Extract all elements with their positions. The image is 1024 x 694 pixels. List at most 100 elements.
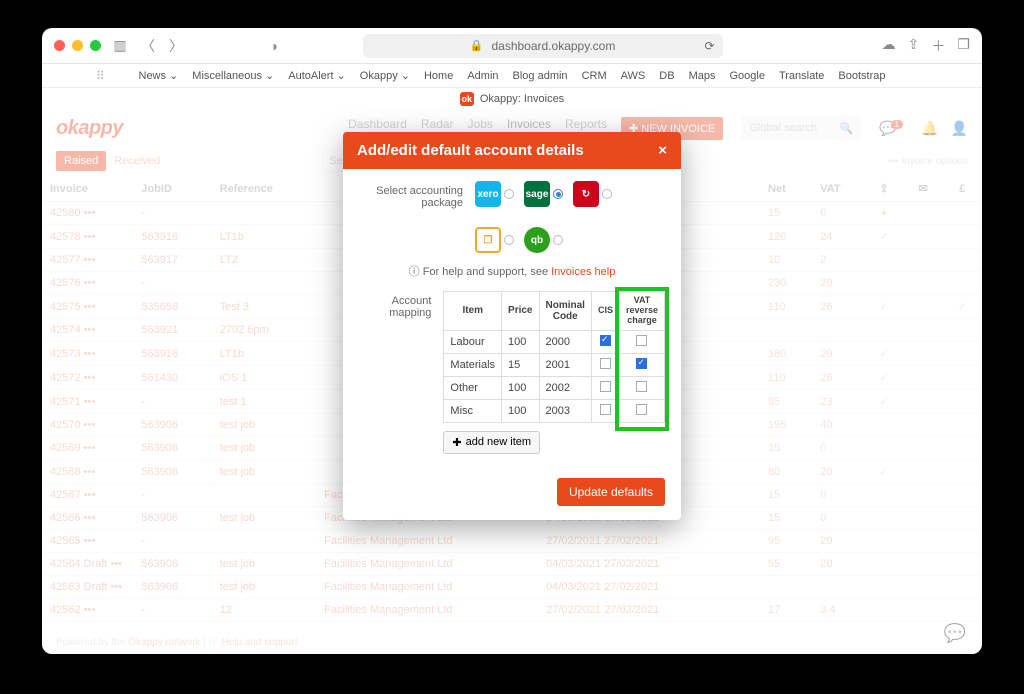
- cis-checkbox[interactable]: [600, 335, 611, 346]
- mapping-cell-vat: [619, 330, 664, 353]
- table-row[interactable]: 42565 •••-Facilities Management Ltd27/02…: [42, 530, 982, 553]
- user-avatar-icon[interactable]: 👤: [951, 120, 968, 137]
- invoices-help-link[interactable]: Invoices help: [551, 266, 615, 278]
- label-accounting-package: Select accounting package: [359, 181, 463, 253]
- footer-network-link[interactable]: Okappy network: [128, 637, 200, 648]
- bookmark-item[interactable]: Okappy ⌄: [360, 69, 410, 82]
- footer-help-link[interactable]: Help and support: [221, 637, 297, 648]
- bookmark-item[interactable]: Google: [729, 70, 764, 82]
- cis-checkbox[interactable]: [600, 381, 611, 392]
- favicon-icon: ok: [460, 92, 474, 106]
- cis-checkbox[interactable]: [600, 358, 611, 369]
- table-row[interactable]: 42564 Draft •••563906test jobFacilities …: [42, 553, 982, 576]
- mapping-cell-price[interactable]: 100: [502, 399, 539, 422]
- cloud-download-icon[interactable]: ☁︎: [882, 36, 896, 56]
- apps-grid-icon[interactable]: ⠿: [96, 69, 106, 83]
- pkg-option-qb[interactable]: qb: [524, 227, 563, 253]
- share-icon[interactable]: ⇪: [908, 36, 920, 56]
- mapping-cell-price[interactable]: 100: [502, 376, 539, 399]
- mapping-cell-item[interactable]: Labour: [444, 330, 502, 353]
- default-account-modal: Add/edit default account details × Selec…: [343, 132, 681, 520]
- invoice-col-header[interactable]: VAT: [812, 176, 864, 202]
- mapping-header: Item: [444, 292, 502, 331]
- mapping-cell-code[interactable]: 2003: [539, 399, 591, 422]
- brand-logo[interactable]: okappy: [56, 117, 123, 140]
- invoice-col-header[interactable]: £: [943, 176, 982, 202]
- add-new-item-button[interactable]: ✚ add new item: [443, 431, 540, 454]
- modal-close-icon[interactable]: ×: [658, 142, 667, 159]
- update-defaults-button[interactable]: Update defaults: [557, 478, 665, 506]
- chip-received[interactable]: Received: [114, 155, 160, 167]
- nav-forward-icon[interactable]: 〉: [167, 36, 185, 56]
- bookmark-item[interactable]: Miscellaneous ⌄: [192, 69, 274, 82]
- bookmark-item[interactable]: Admin: [467, 70, 498, 82]
- fullscreen-window-icon[interactable]: [90, 40, 101, 51]
- bookmark-item[interactable]: News ⌄: [139, 69, 179, 82]
- chip-raised[interactable]: Raised: [56, 151, 106, 171]
- pkg-option-sync[interactable]: ↻: [573, 181, 612, 207]
- help-line: ⓘ For help and support, see Invoices hel…: [359, 263, 665, 279]
- close-window-icon[interactable]: [54, 40, 65, 51]
- pkg-radio[interactable]: [504, 189, 514, 199]
- invoice-col-header[interactable]: Reference: [212, 176, 316, 202]
- pkg-option-xero[interactable]: xero: [475, 181, 514, 207]
- chat-bubble-icon[interactable]: 💬: [944, 623, 966, 644]
- table-row[interactable]: 42562 •••-12Facilities Management Ltd27/…: [42, 599, 982, 622]
- invoice-col-header[interactable]: ✉: [904, 176, 943, 202]
- mapping-row: Labour1002000: [444, 330, 665, 353]
- cis-checkbox[interactable]: [600, 404, 611, 415]
- pkg-radio[interactable]: [504, 235, 514, 245]
- sidebar-toggle-icon[interactable]: ▥: [111, 37, 129, 54]
- chat-icon[interactable]: 💬1: [879, 120, 909, 137]
- invoice-col-header[interactable]: JobID: [133, 176, 211, 202]
- invoice-options-link[interactable]: ••• Invoice options: [888, 156, 968, 167]
- bookmark-item[interactable]: Maps: [689, 70, 716, 82]
- bookmark-item[interactable]: Blog admin: [513, 70, 568, 82]
- mapping-cell-item[interactable]: Misc: [444, 399, 502, 422]
- mapping-cell-vat: [619, 376, 664, 399]
- mapping-cell-price[interactable]: 100: [502, 330, 539, 353]
- global-search-input[interactable]: Global search 🔍: [741, 116, 861, 140]
- mapping-cell-code[interactable]: 2000: [539, 330, 591, 353]
- pkg-option-file[interactable]: ❐: [475, 227, 514, 253]
- browser-tab[interactable]: ok Okappy: Invoices: [42, 88, 982, 110]
- invoice-col-header[interactable]: ⇪: [864, 176, 903, 202]
- pkg-radio[interactable]: [553, 235, 563, 245]
- minimize-window-icon[interactable]: [72, 40, 83, 51]
- bookmark-item[interactable]: Home: [424, 70, 453, 82]
- mapping-cell-code[interactable]: 2001: [539, 353, 591, 376]
- new-tab-icon[interactable]: ＋: [931, 36, 945, 56]
- bookmark-item[interactable]: Bootstrap: [838, 70, 885, 82]
- url-bar[interactable]: 🔒 dashboard.okappy.com ⟳: [363, 34, 723, 58]
- mapping-cell-code[interactable]: 2002: [539, 376, 591, 399]
- tabs-overview-icon[interactable]: ❐: [957, 36, 970, 56]
- bookmark-item[interactable]: AutoAlert ⌄: [288, 69, 346, 82]
- notif-badge: 1: [891, 120, 903, 129]
- bell-icon[interactable]: 🔔: [921, 120, 938, 137]
- bookmark-item[interactable]: Translate: [779, 70, 824, 82]
- bookmark-item[interactable]: CRM: [582, 70, 607, 82]
- nav-back-icon[interactable]: 〈: [139, 36, 157, 56]
- bookmark-item[interactable]: AWS: [621, 70, 646, 82]
- reload-icon[interactable]: ⟳: [705, 34, 715, 58]
- mapping-cell-item[interactable]: Materials: [444, 353, 502, 376]
- mapping-cell-price[interactable]: 15: [502, 353, 539, 376]
- invoice-col-header[interactable]: Net: [760, 176, 812, 202]
- mapping-header: CIS: [591, 292, 619, 331]
- vat-checkbox[interactable]: [636, 404, 647, 415]
- mapping-cell-item[interactable]: Other: [444, 376, 502, 399]
- pkg-option-sage[interactable]: sage: [524, 181, 563, 207]
- invoice-col-header[interactable]: Invoice: [42, 176, 133, 202]
- privacy-shield-icon[interactable]: ◑: [270, 38, 278, 54]
- mapping-cell-cis: [591, 330, 619, 353]
- pkg-radio[interactable]: [553, 189, 563, 199]
- vat-checkbox[interactable]: [636, 335, 647, 346]
- vat-checkbox[interactable]: [636, 381, 647, 392]
- mapping-cell-cis: [591, 399, 619, 422]
- vat-checkbox[interactable]: [636, 358, 647, 369]
- table-row[interactable]: 42563 Draft •••563906test jobFacilities …: [42, 576, 982, 599]
- pkg-radio[interactable]: [602, 189, 612, 199]
- bookmark-item[interactable]: DB: [659, 70, 674, 82]
- window-controls[interactable]: [54, 40, 101, 51]
- mapping-header: VAT reverse charge: [619, 292, 664, 331]
